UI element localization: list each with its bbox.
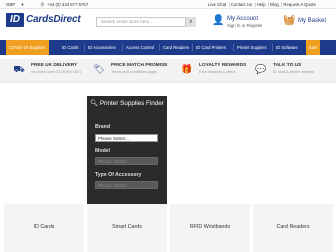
nav-divider <box>84 44 85 51</box>
top-utility-bar: GBP ▾ ✆ +44 (0) 333 577 5767 Live Chat |C… <box>0 0 336 9</box>
nav-covid-supplies[interactable]: COVID-19 Supplies <box>6 40 49 55</box>
brand-label: Brand <box>95 124 110 130</box>
currency-selector[interactable]: GBP <box>6 2 15 7</box>
link-contact-us[interactable]: Contact Us <box>231 2 252 7</box>
user-icon[interactable]: 👤 <box>212 15 224 27</box>
phone-icon: ✆ <box>40 1 45 7</box>
link-separator: | <box>268 2 270 7</box>
nav-divider <box>192 44 193 51</box>
basket-title[interactable]: My Basket <box>298 18 326 24</box>
feature-title: LOYALTY REWARDS <box>199 63 247 68</box>
site-header: ID CardsDirect Search entire store here.… <box>0 10 336 40</box>
phone-number[interactable]: +44 (0) 333 577 5767 <box>47 2 88 7</box>
link-separator: | <box>254 2 256 7</box>
tile-smart-cards[interactable]: Smart Cards <box>87 204 167 252</box>
tile-label: Smart Cards <box>112 224 142 230</box>
top-links: Live Chat |Contact Us |Help |Blog |Request A… <box>208 2 317 7</box>
search-icon: 🔍︎ <box>90 100 100 107</box>
finder-title: 🔍︎ Printer Supplies Finder <box>87 100 167 107</box>
feature-subtitle: on orders over £125 (Ex.VAT) <box>31 70 81 74</box>
site-logo[interactable]: ID CardsDirect <box>6 13 81 27</box>
chat-icon: 💬 <box>255 64 267 74</box>
link-request-quote[interactable]: Request A Quote <box>283 2 316 7</box>
nav-divider <box>233 44 234 51</box>
model-select[interactable]: Please Select... <box>95 157 158 165</box>
nav-access-control[interactable]: Access Control <box>126 40 154 55</box>
truck-icon: ⛟ <box>13 64 25 74</box>
feature-title: PRICE MATCH PROMISE <box>111 63 168 68</box>
main-nav: COVID-19 Supplies ID Cards ID Accessorie… <box>0 40 336 55</box>
feature-subtitle: ID card & printer experts <box>273 70 315 74</box>
link-help[interactable]: Help <box>257 2 266 7</box>
basket-icon[interactable]: 🧺 <box>283 15 295 27</box>
search-button[interactable]: ⌕ <box>186 17 196 27</box>
nav-id-cards[interactable]: ID Cards <box>62 40 79 55</box>
nav-id-accessories[interactable]: ID Accessories <box>88 40 116 55</box>
link-blog[interactable]: Blog <box>270 2 279 7</box>
hero-banner: 🔍︎ Printer Supplies Finder Brand Please … <box>0 91 336 204</box>
feature-subtitle: Earn rewards & offers <box>199 70 236 74</box>
account-title[interactable]: My Account <box>227 16 258 22</box>
brand-select[interactable]: Please Select... <box>95 134 158 142</box>
accessory-type-label: Type Of Accessory <box>95 172 142 178</box>
model-label: Model <box>95 148 110 154</box>
nav-printer-supplies[interactable]: Printer Supplies <box>237 40 267 55</box>
link-live-chat[interactable]: Live Chat <box>208 2 226 7</box>
nav-divider <box>272 44 273 51</box>
logo-wordmark: CardsDirect <box>26 14 81 25</box>
tile-label: Card Readers <box>276 224 310 230</box>
search-icon: ⌕ <box>189 19 193 25</box>
sign-in-register-link[interactable]: Sign In or Register <box>227 23 263 28</box>
printer-supplies-finder: 🔍︎ Printer Supplies Finder Brand Please … <box>87 96 167 204</box>
search-input[interactable]: Search entire store here... <box>96 17 186 27</box>
nav-card-readers[interactable]: Card Readers <box>163 40 189 55</box>
feature-title: FREE UK DELIVERY <box>31 63 78 68</box>
nav-divider <box>159 44 160 51</box>
nav-id-card-printers[interactable]: ID Card Printers <box>196 40 226 55</box>
accessory-type-select[interactable]: Please Select... <box>95 181 158 189</box>
tile-id-cards[interactable]: ID Cards <box>4 204 84 252</box>
link-separator: | <box>228 2 230 7</box>
nav-sale[interactable]: Sale <box>306 40 320 55</box>
tile-rfid-wristbands[interactable]: RFID Wristbands <box>170 204 250 252</box>
gift-icon: 🎁 <box>181 64 193 74</box>
nav-id-software[interactable]: ID Software <box>276 40 298 55</box>
features-strip: ⛟ FREE UK DELIVERY on orders over £125 (… <box>0 59 336 83</box>
finder-title-text: Printer Supplies Finder <box>99 100 164 107</box>
feature-title: TALK TO US <box>273 63 302 68</box>
price-tag-icon: 🏷 <box>93 64 105 74</box>
chevron-down-icon[interactable]: ▾ <box>20 2 25 7</box>
tile-label: RFID Wristbands <box>189 224 231 230</box>
category-tiles: ID Cards Smart Cards RFID Wristbands Car… <box>0 204 336 252</box>
tile-label: ID Cards <box>33 224 55 230</box>
tile-card-readers[interactable]: Card Readers <box>253 204 333 252</box>
feature-subtitle: Terms and conditions apply <box>111 70 158 74</box>
logo-id-mark: ID <box>6 13 24 27</box>
nav-divider <box>122 44 123 51</box>
